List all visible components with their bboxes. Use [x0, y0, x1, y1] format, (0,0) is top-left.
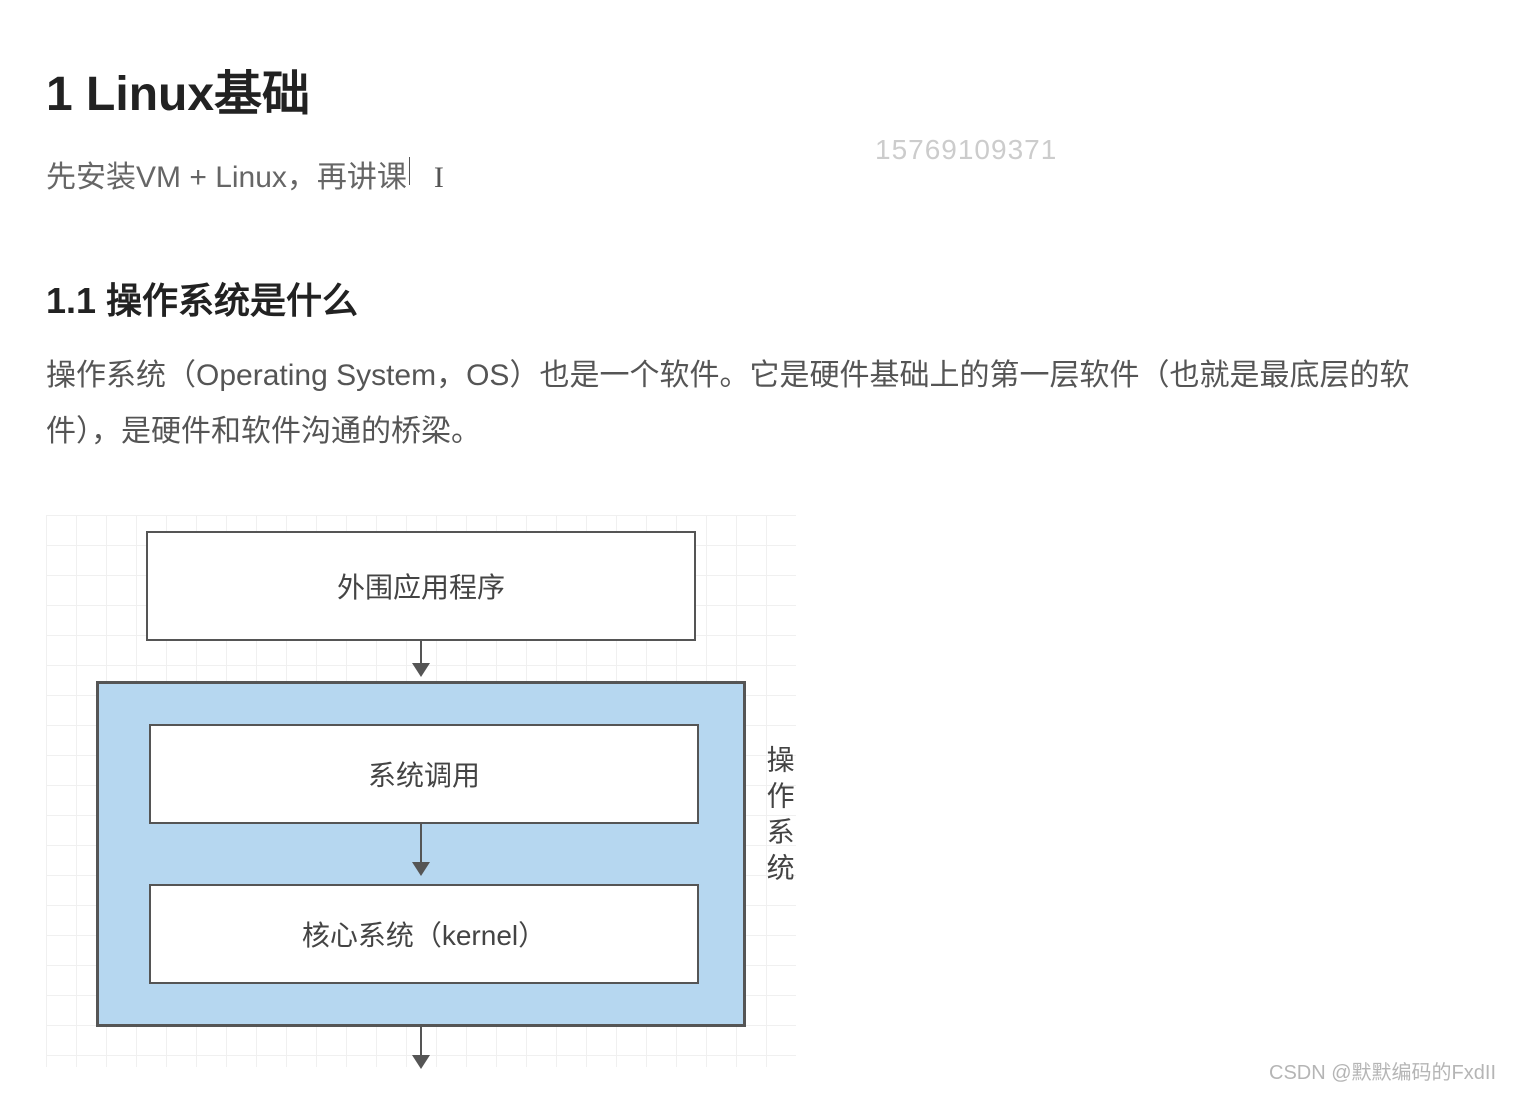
- footer-watermark: CSDN @默默编码的FxdII: [1269, 1056, 1496, 1085]
- text-caret-icon: [409, 157, 410, 185]
- body-paragraph: 操作系统（Operating System，OS）也是一个软件。它是硬件基础上的…: [46, 348, 1468, 459]
- diagram-inner: 外围应用程序 系统调用 核心系统（kernel） 操作系统: [46, 515, 796, 1067]
- arrow-connector: [149, 824, 693, 884]
- arrow-connector: [60, 1027, 782, 1067]
- intro-row: 先安装VM + Linux，再讲课 I: [46, 152, 1468, 196]
- document-page: 1 Linux基础 先安装VM + Linux，再讲课 I 1576910937…: [0, 0, 1514, 1067]
- arrow-down-icon: [420, 641, 422, 675]
- diagram-box-applications: 外围应用程序: [146, 531, 696, 641]
- diagram-os-container: 系统调用 核心系统（kernel）: [96, 681, 746, 1027]
- diagram-box-label: 核心系统（kernel）: [302, 914, 546, 954]
- heading-2: 1.1 操作系统是什么: [46, 272, 1468, 324]
- heading-1: 1 Linux基础: [46, 54, 1468, 124]
- arrow-down-icon: [420, 1027, 422, 1067]
- diagram-container: 外围应用程序 系统调用 核心系统（kernel） 操作系统: [46, 515, 796, 1067]
- diagram-box-label: 外围应用程序: [337, 566, 505, 606]
- diagram-side-label: 操作系统: [762, 745, 796, 889]
- arrow-connector: [60, 641, 782, 681]
- intro-text: 先安装VM + Linux，再讲课: [46, 152, 407, 196]
- diagram-box-label: 系统调用: [368, 754, 480, 794]
- arrow-down-icon: [420, 824, 422, 874]
- diagram-box-syscall: 系统调用: [149, 724, 699, 824]
- watermark-number: 15769109371: [875, 134, 1057, 166]
- ibeam-cursor-icon: I: [434, 161, 444, 195]
- diagram-box-kernel: 核心系统（kernel）: [149, 884, 699, 984]
